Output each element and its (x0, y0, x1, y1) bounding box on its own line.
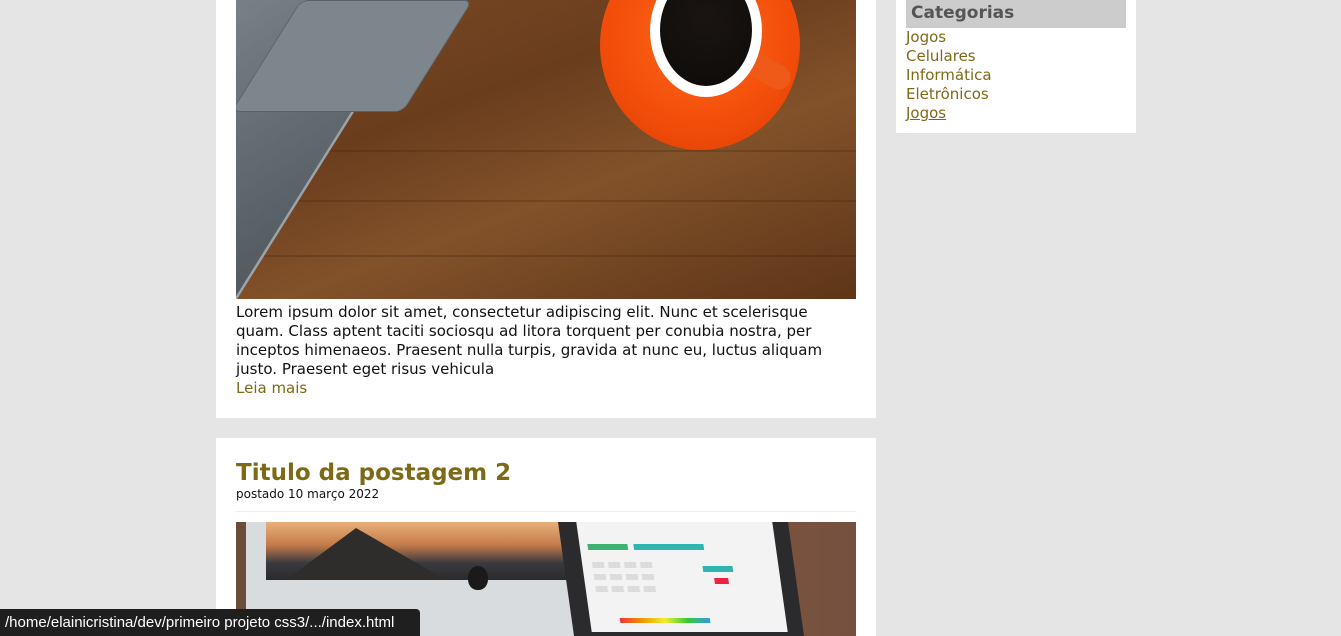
post-date: postado 10 março 2022 (236, 487, 380, 501)
post-title[interactable]: Titulo da postagem 2 (236, 458, 511, 488)
category-link-celulares[interactable]: Celulares (906, 47, 976, 65)
sidebar-categories: Categorias Jogos Celulares Informática E… (896, 0, 1136, 133)
blog-post-1: Lorem ipsum dolor sit amet, consectetur … (216, 0, 876, 418)
category-item: Informática (906, 66, 992, 85)
blog-post-2: Titulo da postagem 2 postado 10 março 20… (216, 438, 876, 636)
post-divider (236, 511, 856, 512)
category-link-informatica[interactable]: Informática (906, 66, 992, 84)
category-link-eletronicos[interactable]: Eletrônicos (906, 85, 989, 103)
category-list: Jogos Celulares Informática Eletrônicos … (906, 28, 992, 123)
read-more-link[interactable]: Leia mais (236, 379, 307, 398)
sidebar-title: Categorias (906, 0, 1126, 28)
category-item: Eletrônicos (906, 85, 992, 104)
category-item: Jogos (906, 104, 992, 123)
browser-status-url: /home/elainicristina/dev/primeiro projet… (0, 609, 421, 636)
apple-logo-icon (468, 566, 488, 590)
category-item: Jogos (906, 28, 992, 47)
macbook-screen-shape (576, 522, 788, 632)
category-link-jogos-hovered[interactable]: Jogos (906, 104, 946, 122)
post-excerpt: Lorem ipsum dolor sit amet, consectetur … (236, 303, 823, 378)
post-image-laptop-coffee (236, 0, 856, 299)
category-link-jogos[interactable]: Jogos (906, 28, 946, 46)
category-item: Celulares (906, 47, 992, 66)
